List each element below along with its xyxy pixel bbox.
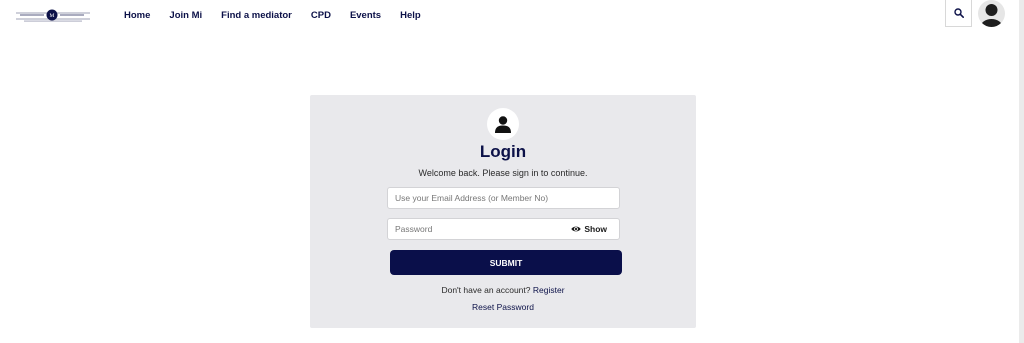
user-avatar-button[interactable]: [978, 0, 1005, 27]
nav-join-mi[interactable]: Join Mi: [169, 10, 202, 22]
user-avatar-icon: [978, 0, 1005, 27]
nav-events[interactable]: Events: [350, 10, 381, 22]
nav-find-a-mediator[interactable]: Find a mediator: [221, 10, 292, 22]
nav-home[interactable]: Home: [124, 10, 150, 22]
logo-mark-icon: M: [16, 9, 90, 22]
search-icon: [953, 8, 964, 18]
page-scrollbar[interactable]: [1019, 0, 1024, 343]
email-field-wrapper: [387, 187, 620, 209]
show-password-toggle[interactable]: Show: [571, 224, 607, 234]
svg-text:M: M: [50, 13, 55, 19]
register-prompt: Don't have an account? Register: [310, 285, 696, 295]
login-avatar: [487, 108, 519, 140]
main-nav: Home Join Mi Find a mediator CPD Events …: [124, 10, 421, 22]
login-subtitle: Welcome back. Please sign in to continue…: [418, 168, 588, 178]
nav-help[interactable]: Help: [400, 10, 421, 22]
login-title: Login: [479, 142, 527, 161]
search-button[interactable]: [945, 0, 972, 27]
login-card: Login Welcome back. Please sign in to co…: [310, 95, 696, 328]
site-logo[interactable]: M: [16, 8, 90, 24]
eye-icon: [571, 226, 582, 232]
reset-password-link[interactable]: Reset Password: [310, 302, 696, 312]
nav-cpd[interactable]: CPD: [311, 10, 331, 22]
password-field-wrapper: Show: [387, 218, 620, 240]
submit-button[interactable]: SUBMIT: [390, 250, 622, 275]
user-icon: [495, 116, 511, 133]
no-account-text: Don't have an account?: [441, 285, 531, 295]
show-password-label: Show: [584, 224, 607, 234]
email-field[interactable]: [388, 188, 619, 208]
register-link[interactable]: Register: [533, 285, 565, 295]
